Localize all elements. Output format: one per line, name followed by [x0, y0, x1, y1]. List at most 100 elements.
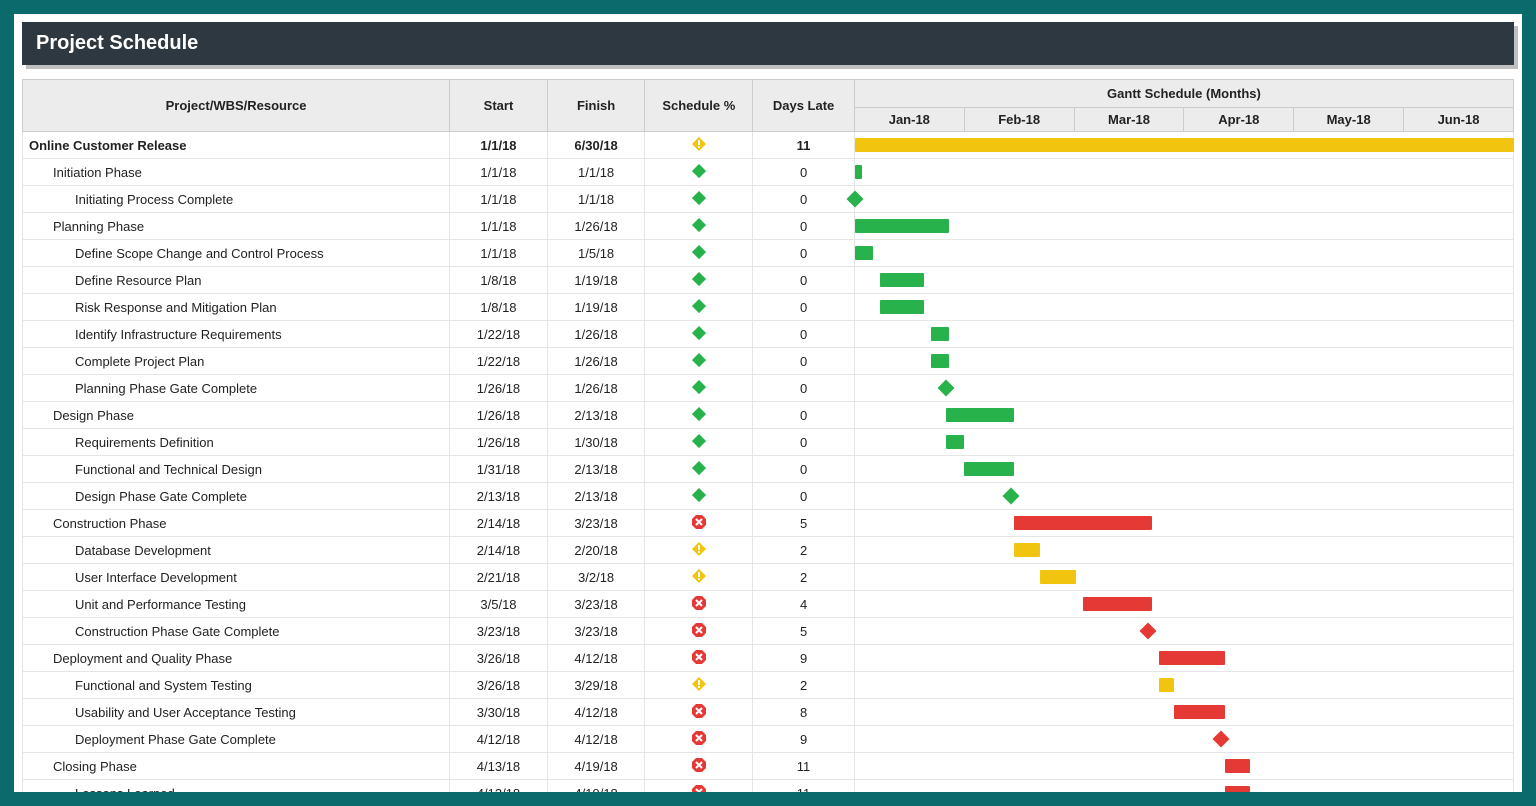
table-row[interactable]: Initiating Process Complete1/1/181/1/180 [23, 186, 1514, 213]
table-row[interactable]: Deployment Phase Gate Complete4/12/184/1… [23, 726, 1514, 753]
table-row[interactable]: Requirements Definition1/26/181/30/180 [23, 429, 1514, 456]
gantt-cell [1404, 159, 1514, 186]
table-row[interactable]: User Interface Development2/21/183/2/182 [23, 564, 1514, 591]
task-finish: 3/29/18 [547, 672, 645, 699]
gantt-cell [1074, 321, 1184, 348]
gantt-cell [1184, 240, 1294, 267]
gantt-cell [1404, 699, 1514, 726]
gantt-cell [1074, 753, 1184, 780]
task-start: 4/13/18 [450, 780, 548, 793]
table-row[interactable]: Construction Phase2/14/183/23/185 [23, 510, 1514, 537]
task-name: Requirements Definition [23, 429, 450, 456]
table-row[interactable]: Database Development2/14/182/20/182 [23, 537, 1514, 564]
table-row[interactable]: Complete Project Plan1/22/181/26/180 [23, 348, 1514, 375]
table-row[interactable]: Functional and System Testing3/26/183/29… [23, 672, 1514, 699]
col-finish[interactable]: Finish [547, 80, 645, 132]
col-month-jun[interactable]: Jun-18 [1404, 108, 1514, 132]
col-schedule[interactable]: Schedule % [645, 80, 753, 132]
gantt-cell [964, 321, 1074, 348]
gantt-bar [855, 246, 873, 260]
table-row[interactable]: Closing Phase4/13/184/19/1811 [23, 753, 1514, 780]
task-days-late: 0 [753, 267, 855, 294]
task-name: Define Scope Change and Control Process [23, 240, 450, 267]
table-row[interactable]: Identify Infrastructure Requirements1/22… [23, 321, 1514, 348]
task-status [645, 483, 753, 510]
table-row[interactable]: Deployment and Quality Phase3/26/184/12/… [23, 645, 1514, 672]
gantt-cell [854, 672, 964, 699]
gantt-cell [964, 429, 1074, 456]
table-row[interactable]: Define Scope Change and Control Process1… [23, 240, 1514, 267]
task-start: 2/14/18 [450, 510, 548, 537]
task-status [645, 780, 753, 793]
gantt-cell [1294, 564, 1404, 591]
task-name: Lessons Learned [23, 780, 450, 793]
task-start: 1/1/18 [450, 159, 548, 186]
gantt-cell [1294, 456, 1404, 483]
col-month-may[interactable]: May-18 [1294, 108, 1404, 132]
task-days-late: 8 [753, 699, 855, 726]
task-name: Unit and Performance Testing [23, 591, 450, 618]
gantt-cell [1294, 132, 1404, 159]
gantt-cell [964, 456, 1074, 483]
task-name: Construction Phase [23, 510, 450, 537]
col-month-apr[interactable]: Apr-18 [1184, 108, 1294, 132]
table-row[interactable]: Planning Phase Gate Complete1/26/181/26/… [23, 375, 1514, 402]
task-start: 1/26/18 [450, 375, 548, 402]
task-finish: 1/19/18 [547, 267, 645, 294]
table-row[interactable]: Unit and Performance Testing3/5/183/23/1… [23, 591, 1514, 618]
task-start: 3/26/18 [450, 645, 548, 672]
table-row[interactable]: Design Phase Gate Complete2/13/182/13/18… [23, 483, 1514, 510]
gantt-cell [964, 483, 1074, 510]
gantt-cell [1404, 402, 1514, 429]
gantt-cell [1294, 159, 1404, 186]
table-row[interactable]: Functional and Technical Design1/31/182/… [23, 456, 1514, 483]
task-start: 4/13/18 [450, 753, 548, 780]
gantt-cell [964, 159, 1074, 186]
col-name[interactable]: Project/WBS/Resource [23, 80, 450, 132]
task-finish: 1/19/18 [547, 294, 645, 321]
task-status [645, 564, 753, 591]
gantt-cell [1404, 618, 1514, 645]
gantt-cell [964, 645, 1074, 672]
table-row[interactable]: Construction Phase Gate Complete3/23/183… [23, 618, 1514, 645]
col-days-late[interactable]: Days Late [753, 80, 855, 132]
gantt-cell [964, 375, 1074, 402]
table-row[interactable]: Risk Response and Mitigation Plan1/8/181… [23, 294, 1514, 321]
table-row[interactable]: Planning Phase1/1/181/26/180 [23, 213, 1514, 240]
gantt-cell [854, 483, 964, 510]
task-name: Complete Project Plan [23, 348, 450, 375]
table-row[interactable]: Usability and User Acceptance Testing3/3… [23, 699, 1514, 726]
gantt-cell [854, 780, 964, 793]
task-start: 1/26/18 [450, 402, 548, 429]
gantt-cell [1074, 132, 1184, 159]
col-start[interactable]: Start [450, 80, 548, 132]
col-month-feb[interactable]: Feb-18 [964, 108, 1074, 132]
project-schedule-panel: Project Schedule Project/WBS/Resource St… [14, 14, 1522, 792]
task-status [645, 213, 753, 240]
gantt-bar [931, 354, 949, 368]
gantt-cell [964, 240, 1074, 267]
gantt-cell [854, 429, 964, 456]
status-error-icon [692, 650, 706, 664]
col-month-jan[interactable]: Jan-18 [854, 108, 964, 132]
table-row[interactable]: Define Resource Plan1/8/181/19/180 [23, 267, 1514, 294]
task-name: Define Resource Plan [23, 267, 450, 294]
gantt-cell [1184, 159, 1294, 186]
table-row[interactable]: Lessons Learned4/13/184/19/1811 [23, 780, 1514, 793]
gantt-cell [1294, 267, 1404, 294]
col-month-mar[interactable]: Mar-18 [1074, 108, 1184, 132]
table-row[interactable]: Online Customer Release1/1/186/30/1811 [23, 132, 1514, 159]
task-finish: 4/19/18 [547, 753, 645, 780]
table-row[interactable]: Design Phase1/26/182/13/180 [23, 402, 1514, 429]
task-days-late: 5 [753, 618, 855, 645]
status-ok-icon [692, 164, 706, 178]
gantt-cell [854, 591, 964, 618]
col-gantt-group: Gantt Schedule (Months) [854, 80, 1513, 108]
gantt-cell [854, 321, 964, 348]
gantt-cell [1294, 186, 1404, 213]
task-status [645, 240, 753, 267]
gantt-cell [1294, 321, 1404, 348]
task-status [645, 510, 753, 537]
gantt-cell [1184, 645, 1294, 672]
table-row[interactable]: Initiation Phase1/1/181/1/180 [23, 159, 1514, 186]
